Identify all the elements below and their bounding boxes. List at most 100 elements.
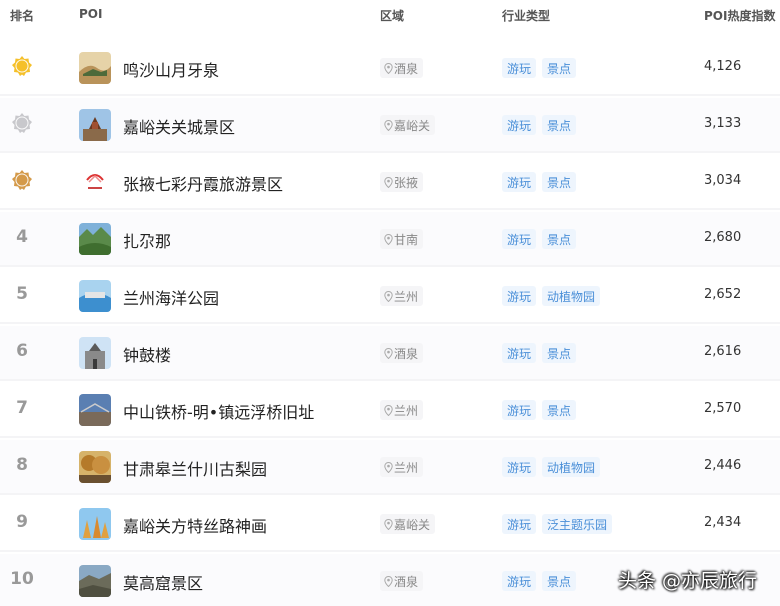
poi-name[interactable]: 嘉峪关方特丝路神画 xyxy=(123,513,267,537)
region-label: 兰州 xyxy=(394,290,419,304)
heat-index-value: 4,126 xyxy=(704,59,742,74)
rank-number: 7 xyxy=(16,398,28,418)
industry-tag[interactable]: 游玩 xyxy=(502,457,537,477)
poi-thumbnail[interactable] xyxy=(79,337,111,369)
region-badge: 张掖 xyxy=(380,172,424,192)
location-pin-icon xyxy=(384,62,393,77)
industry-subtag[interactable]: 景点 xyxy=(542,58,577,78)
location-pin-icon xyxy=(384,347,393,362)
rank-number: 9 xyxy=(16,512,28,532)
poi-thumbnail[interactable] xyxy=(79,109,111,141)
table-row[interactable]: 5 兰州海洋公园 兰州 游玩 动植物园 2,652 xyxy=(0,269,780,324)
location-pin-icon xyxy=(384,233,393,248)
industry-subtag[interactable]: 景点 xyxy=(542,400,577,420)
poi-thumbnail[interactable] xyxy=(79,394,111,426)
industry-tag[interactable]: 游玩 xyxy=(502,58,537,78)
header-rank[interactable]: 排名 xyxy=(10,7,34,24)
industry-subtag[interactable]: 泛主题乐园 xyxy=(542,514,613,534)
industry-tag[interactable]: 游玩 xyxy=(502,172,537,192)
location-pin-icon xyxy=(384,518,393,533)
industry-subtag[interactable]: 动植物园 xyxy=(542,457,601,477)
heat-index-value: 2,434 xyxy=(704,515,742,530)
poi-name[interactable]: 中山铁桥-明•镇远浮桥旧址 xyxy=(123,399,314,423)
rank-number: 8 xyxy=(16,455,28,475)
table-row[interactable]: 嘉峪关关城景区 嘉峪关 游玩 景点 3,133 xyxy=(0,98,780,153)
poi-thumbnail[interactable] xyxy=(79,52,111,84)
region-label: 兰州 xyxy=(394,404,419,418)
location-pin-icon xyxy=(384,176,393,191)
location-pin-icon xyxy=(384,461,393,476)
industry-tag[interactable]: 游玩 xyxy=(502,400,537,420)
industry-tag[interactable]: 游玩 xyxy=(502,115,537,135)
watermark: 头条 @亦辰旅行 xyxy=(618,570,758,592)
poi-thumbnail[interactable] xyxy=(79,166,111,198)
poi-name[interactable]: 钟鼓楼 xyxy=(123,342,171,366)
header-poi[interactable]: POI xyxy=(79,7,102,21)
poi-thumbnail[interactable] xyxy=(79,508,111,540)
location-pin-icon xyxy=(384,290,393,305)
industry-tag[interactable]: 游玩 xyxy=(502,343,537,363)
poi-name[interactable]: 莫高窟景区 xyxy=(123,570,203,594)
poi-name[interactable]: 张掖七彩丹霞旅游景区 xyxy=(123,171,283,195)
region-label: 嘉峪关 xyxy=(394,518,431,532)
industry-subtag[interactable]: 动植物园 xyxy=(542,286,601,306)
heat-index-value: 3,133 xyxy=(704,116,742,131)
location-pin-icon xyxy=(384,404,393,419)
table-row[interactable]: 9 嘉峪关方特丝路神画 嘉峪关 游玩 泛主题乐园 2,434 xyxy=(0,497,780,552)
rank-number: 10 xyxy=(10,569,34,589)
region-badge: 兰州 xyxy=(380,286,424,306)
poi-name[interactable]: 扎尕那 xyxy=(123,228,171,252)
region-badge: 酒泉 xyxy=(380,58,424,78)
heat-index-value: 2,570 xyxy=(704,401,742,416)
industry-subtag[interactable]: 景点 xyxy=(542,571,577,591)
region-badge: 嘉峪关 xyxy=(380,115,436,135)
header-heat-index[interactable]: POI热度指数 xyxy=(704,7,775,24)
table-row[interactable]: 张掖七彩丹霞旅游景区 张掖 游玩 景点 3,034 xyxy=(0,155,780,210)
industry-tag[interactable]: 游玩 xyxy=(502,286,537,306)
industry-subtag[interactable]: 景点 xyxy=(542,172,577,192)
rank-number: 4 xyxy=(16,227,28,247)
rank-number: 6 xyxy=(16,341,28,361)
heat-index-value: 2,616 xyxy=(704,344,742,359)
region-label: 酒泉 xyxy=(394,62,419,76)
heat-index-value: 3,034 xyxy=(704,173,742,188)
region-label: 酒泉 xyxy=(394,347,419,361)
region-badge: 兰州 xyxy=(380,400,424,420)
region-badge: 酒泉 xyxy=(380,343,424,363)
table-row[interactable]: 4 扎尕那 甘南 游玩 景点 2,680 xyxy=(0,212,780,267)
region-label: 甘南 xyxy=(394,233,419,247)
table-row[interactable]: 7 中山铁桥-明•镇远浮桥旧址 兰州 游玩 景点 2,570 xyxy=(0,383,780,438)
table-row[interactable]: 8 甘肃皋兰什川古梨园 兰州 游玩 动植物园 2,446 xyxy=(0,440,780,495)
medal-icon xyxy=(11,169,33,193)
poi-thumbnail[interactable] xyxy=(79,223,111,255)
poi-thumbnail[interactable] xyxy=(79,565,111,597)
table-row[interactable]: 鸣沙山月牙泉 酒泉 游玩 景点 4,126 xyxy=(0,41,780,96)
poi-name[interactable]: 兰州海洋公园 xyxy=(123,285,219,309)
region-label: 张掖 xyxy=(394,176,419,190)
poi-name[interactable]: 嘉峪关关城景区 xyxy=(123,114,235,138)
heat-index-value: 2,680 xyxy=(704,230,742,245)
industry-tag[interactable]: 游玩 xyxy=(502,514,537,534)
region-badge: 酒泉 xyxy=(380,571,424,591)
industry-subtag[interactable]: 景点 xyxy=(542,115,577,135)
industry-tag[interactable]: 游玩 xyxy=(502,571,537,591)
rank-number: 5 xyxy=(16,284,28,304)
location-pin-icon xyxy=(384,119,393,134)
poi-thumbnail[interactable] xyxy=(79,280,111,312)
region-badge: 兰州 xyxy=(380,457,424,477)
location-pin-icon xyxy=(384,575,393,590)
industry-tag[interactable]: 游玩 xyxy=(502,229,537,249)
industry-subtag[interactable]: 景点 xyxy=(542,229,577,249)
poi-name[interactable]: 甘肃皋兰什川古梨园 xyxy=(123,456,267,480)
industry-subtag[interactable]: 景点 xyxy=(542,343,577,363)
poi-name[interactable]: 鸣沙山月牙泉 xyxy=(123,57,219,81)
table-row[interactable]: 6 钟鼓楼 酒泉 游玩 景点 2,616 xyxy=(0,326,780,381)
region-badge: 甘南 xyxy=(380,229,424,249)
poi-thumbnail[interactable] xyxy=(79,451,111,483)
region-label: 嘉峪关 xyxy=(394,119,431,133)
medal-icon xyxy=(11,112,33,136)
region-label: 兰州 xyxy=(394,461,419,475)
header-region[interactable]: 区域 xyxy=(380,7,404,24)
header-industry[interactable]: 行业类型 xyxy=(502,7,550,24)
region-badge: 嘉峪关 xyxy=(380,514,436,534)
